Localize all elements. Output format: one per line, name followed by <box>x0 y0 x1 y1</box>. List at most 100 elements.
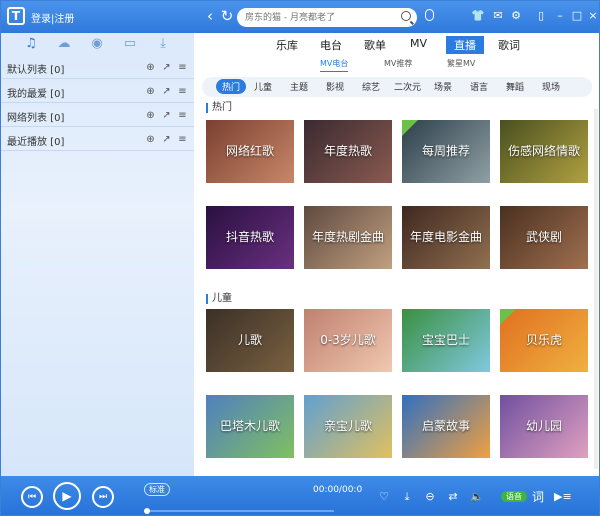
tile-label: 亲宝儿歌 <box>323 419 372 433</box>
settings-gear-icon[interactable]: ⚙ <box>509 9 523 23</box>
tile-label: 幼儿园 <box>525 419 562 433</box>
tab-live[interactable]: 直播 <box>446 36 484 54</box>
category-hot[interactable]: 热门 <box>216 79 247 94</box>
refresh-icon[interactable]: ↻ <box>219 8 235 24</box>
share-icon[interactable]: ↗ <box>161 110 172 121</box>
tab-radio[interactable]: 电台 <box>320 37 342 53</box>
playlist-favorites[interactable]: 我的最爱 [0] ⊕ ↗ ≡ <box>1 79 194 103</box>
scrollbar[interactable] <box>594 109 598 469</box>
category-kids[interactable]: 儿童 <box>254 80 272 93</box>
search-icon[interactable] <box>401 11 411 21</box>
back-arrow-icon[interactable]: ‹ <box>202 8 218 24</box>
category-theme[interactable]: 主题 <box>290 80 308 93</box>
menu-icon[interactable]: ≡ <box>177 134 188 145</box>
tab-library[interactable]: 乐库 <box>276 37 298 53</box>
tile-enlightenment-stories[interactable]: 启蒙故事 <box>402 395 490 458</box>
microphone-icon[interactable] <box>425 9 434 21</box>
menu-icon[interactable]: ≡ <box>177 110 188 121</box>
tile-weekly-picks[interactable]: 每周推荐 <box>402 120 490 183</box>
login-register-link[interactable]: 登录|注册 <box>31 10 74 25</box>
skin-shirt-icon[interactable]: 👕 <box>471 9 485 23</box>
search-input[interactable] <box>245 10 395 25</box>
menu-icon[interactable]: ≡ <box>177 86 188 97</box>
tab-playlists[interactable]: 歌单 <box>364 37 386 53</box>
tile-beile-tiger[interactable]: 贝乐虎 <box>500 309 588 372</box>
upload-icon[interactable]: ⊕ <box>145 86 156 97</box>
tile-qinbao[interactable]: 亲宝儿歌 <box>304 395 392 458</box>
new-badge <box>500 309 516 325</box>
tile-baby-songs[interactable]: 0-3岁儿歌 <box>304 309 392 372</box>
tile-baby-bus[interactable]: 宝宝巴士 <box>402 309 490 372</box>
radio-icon[interactable]: ◉ <box>89 36 105 52</box>
voice-mode-badge[interactable]: 语音 <box>501 491 527 502</box>
maximize-icon[interactable]: □ <box>570 9 584 23</box>
tile-label: 每周推荐 <box>421 144 470 158</box>
mini-mode-icon[interactable]: ▯ <box>534 9 548 23</box>
download-icon[interactable]: ⤓ <box>401 491 413 503</box>
upload-icon[interactable]: ⊕ <box>145 134 156 145</box>
category-scene[interactable]: 场景 <box>434 80 452 93</box>
share-icon[interactable]: ↗ <box>161 62 172 73</box>
tile-kindergarten[interactable]: 幼儿园 <box>500 395 588 458</box>
tile-wuxia[interactable]: 武侠剧 <box>500 206 588 269</box>
tile-sad-love-songs[interactable]: 伤感网络情歌 <box>500 120 588 183</box>
subtab-mv-radio[interactable]: MV电台 <box>320 58 349 72</box>
device-icon[interactable]: ▭ <box>122 36 138 52</box>
close-icon[interactable]: × <box>586 9 599 23</box>
search-box[interactable] <box>237 8 417 27</box>
tile-drama-songs[interactable]: 年度热剧金曲 <box>304 206 392 269</box>
sub-tabs: MV电台 MV推荐 繁星MV <box>194 57 599 72</box>
minimize-icon[interactable]: – <box>553 9 567 23</box>
next-track-icon[interactable]: ⏭ <box>92 486 114 508</box>
repeat-mode-icon[interactable]: ⇄ <box>447 491 459 503</box>
quality-selector[interactable]: 标准 <box>144 483 170 496</box>
message-icon[interactable]: ✉ <box>491 9 505 23</box>
playlist-name: 网络列表 [0] <box>7 113 65 124</box>
play-icon[interactable]: ▶ <box>53 482 81 510</box>
category-acg[interactable]: 二次元 <box>394 80 421 93</box>
playlist-network[interactable]: 网络列表 [0] ⊕ ↗ ≡ <box>1 103 194 127</box>
category-film[interactable]: 影视 <box>326 80 344 93</box>
subtab-mv-recommend[interactable]: MV推荐 <box>384 58 412 69</box>
tile-yearly-hits[interactable]: 年度热歌 <box>304 120 392 183</box>
cloud-icon[interactable]: ☁ <box>56 36 72 52</box>
title-bar: T 登录|注册 ‹ ↻ 👕 ✉ ⚙ ▯ – □ × <box>1 1 599 33</box>
more-options-icon[interactable]: ⊖ <box>424 491 436 503</box>
tile-label: 年度热歌 <box>323 144 372 158</box>
tile-label: 贝乐虎 <box>525 333 562 347</box>
upload-icon[interactable]: ⊕ <box>145 110 156 121</box>
favorite-heart-icon[interactable]: ♡ <box>378 491 390 503</box>
lyrics-button[interactable]: 词 <box>532 491 544 503</box>
music-note-icon[interactable]: ♫ <box>23 36 39 52</box>
category-dance[interactable]: 舞蹈 <box>506 80 524 93</box>
category-live[interactable]: 现场 <box>542 80 560 93</box>
previous-track-icon[interactable]: ⏮ <box>21 486 43 508</box>
tab-mv[interactable]: MV <box>410 37 427 50</box>
playlist-recent[interactable]: 最近播放 [0] ⊕ ↗ ≡ <box>1 127 194 151</box>
upload-icon[interactable]: ⊕ <box>145 62 156 73</box>
category-variety[interactable]: 综艺 <box>362 80 380 93</box>
playlist-queue-icon[interactable]: ▶≡ <box>554 491 572 503</box>
tile-label: 巴塔木儿歌 <box>219 419 280 433</box>
subtab-star-mv[interactable]: 繁星MV <box>447 58 475 69</box>
tile-kids-songs[interactable]: 儿歌 <box>206 309 294 372</box>
progress-bar[interactable] <box>144 508 334 514</box>
playlist-name: 默认列表 [0] <box>7 65 65 76</box>
volume-icon[interactable]: 🔈 <box>470 491 484 503</box>
download-icon[interactable]: ⤓ <box>155 36 171 52</box>
progress-knob[interactable] <box>144 508 150 514</box>
playlist-default[interactable]: 默认列表 [0] ⊕ ↗ ≡ <box>1 55 194 79</box>
tab-lyrics[interactable]: 歌词 <box>498 37 520 53</box>
category-language[interactable]: 语言 <box>470 80 488 93</box>
tile-network-hits[interactable]: 网络红歌 <box>206 120 294 183</box>
share-icon[interactable]: ↗ <box>161 134 172 145</box>
menu-icon[interactable]: ≡ <box>177 62 188 73</box>
tile-label: 年度热剧金曲 <box>311 230 384 244</box>
tile-movie-songs[interactable]: 年度电影金曲 <box>402 206 490 269</box>
tile-douyin-hits[interactable]: 抖音热歌 <box>206 206 294 269</box>
tile-label: 0-3岁儿歌 <box>320 333 376 347</box>
tile-label: 抖音热歌 <box>225 230 274 244</box>
tile-batamu[interactable]: 巴塔木儿歌 <box>206 395 294 458</box>
share-icon[interactable]: ↗ <box>161 86 172 97</box>
tile-label: 网络红歌 <box>225 144 274 158</box>
